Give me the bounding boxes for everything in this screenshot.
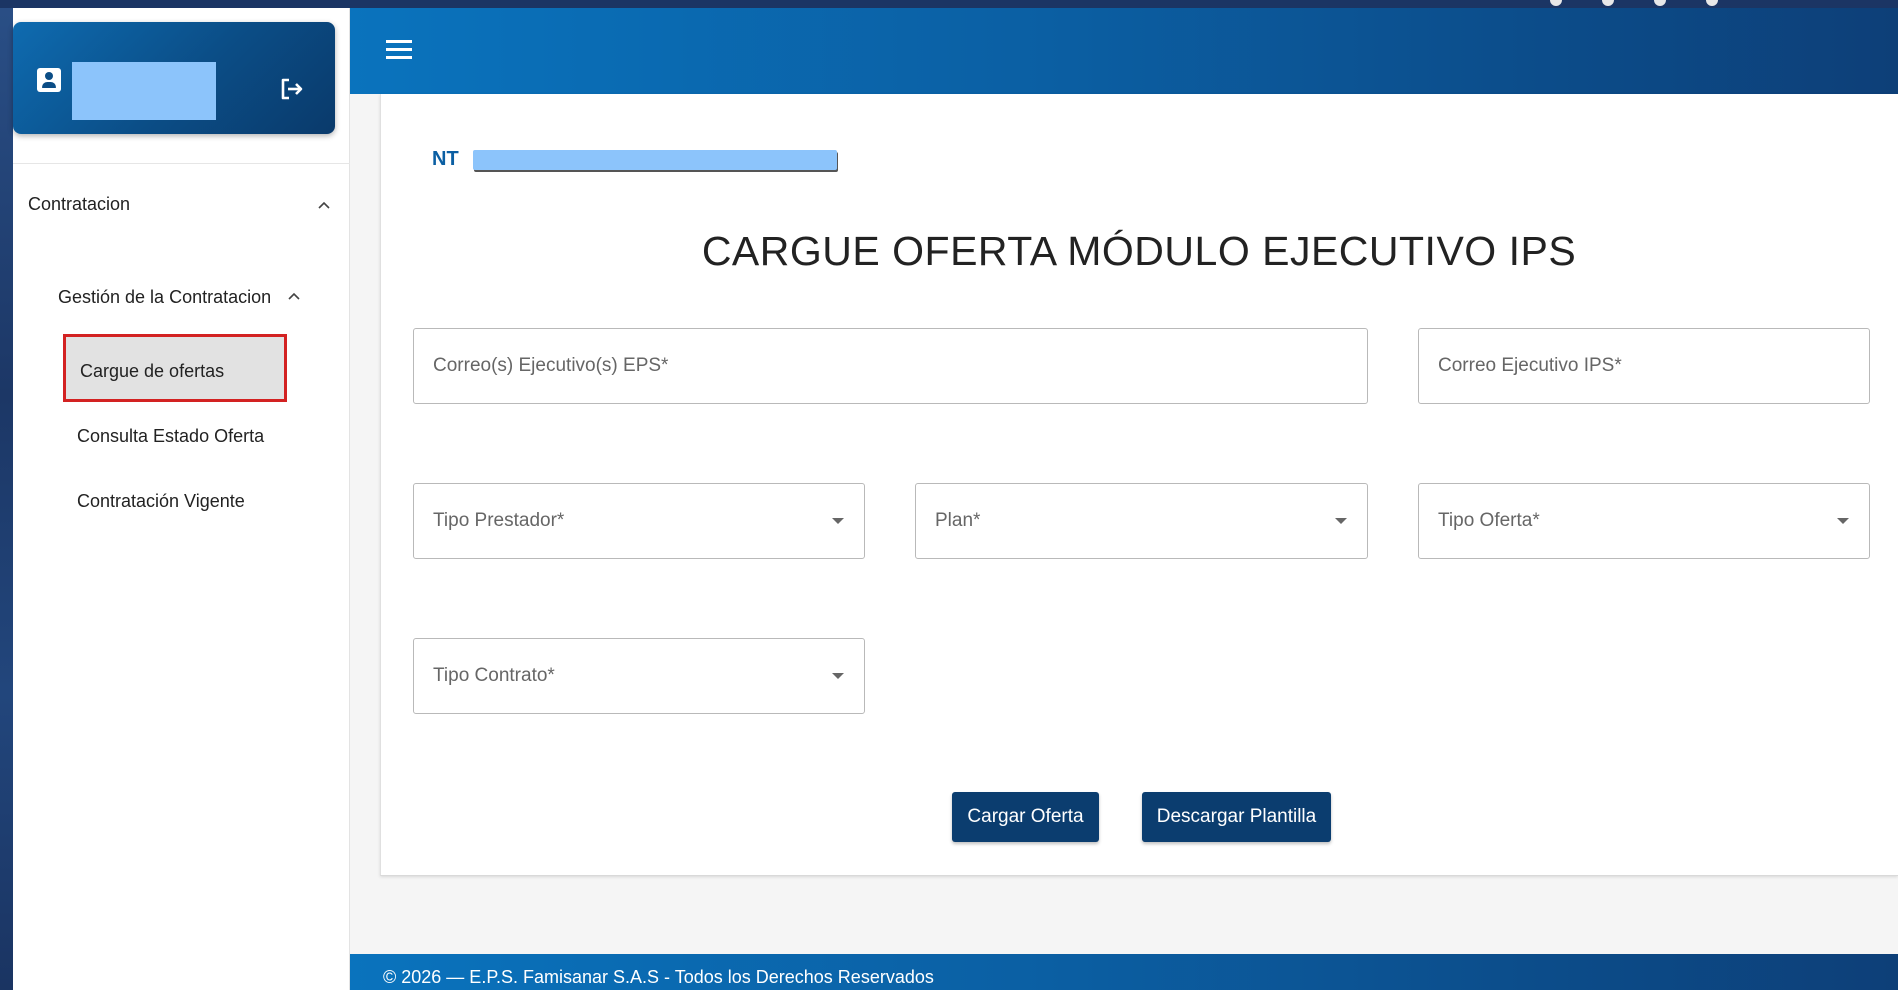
nav-subsection-label: Gestión de la Contratacion xyxy=(58,287,272,307)
background-top-strip xyxy=(0,0,1898,8)
plan-select[interactable]: Plan* xyxy=(915,483,1368,559)
sidebar-item-contratacion-vigente[interactable]: Contratación Vigente xyxy=(77,484,317,518)
carousel-dot[interactable] xyxy=(1706,0,1718,6)
redacted-nt-value xyxy=(473,150,837,170)
footer: © 2026 — E.P.S. Famisanar S.A.S - Todos … xyxy=(350,954,1898,990)
ips-email-input[interactable]: Correo Ejecutivo IPS* xyxy=(1418,328,1870,404)
eps-emails-input[interactable]: Correo(s) Ejecutivo(s) EPS* xyxy=(413,328,1368,404)
plan-label: Plan* xyxy=(935,510,981,531)
descargar-plantilla-button[interactable]: Descargar Plantilla xyxy=(1142,792,1331,842)
sidebar-divider xyxy=(13,163,350,164)
user-icon xyxy=(37,68,61,92)
caret-down-icon xyxy=(1335,518,1347,524)
tipo-contrato-label: Tipo Contrato* xyxy=(433,665,555,686)
cargar-oferta-button[interactable]: Cargar Oferta xyxy=(952,792,1099,842)
user-card xyxy=(13,22,335,134)
nav-section-contratacion[interactable]: Contratacion xyxy=(28,194,330,224)
caret-down-icon xyxy=(832,518,844,524)
redacted-user-name xyxy=(72,62,216,120)
caret-down-icon xyxy=(832,673,844,679)
page-title: CARGUE OFERTA MÓDULO EJECUTIVO IPS xyxy=(701,228,1577,274)
sidebar-item-label: Consulta Estado Oferta xyxy=(77,426,265,446)
carousel-dot[interactable] xyxy=(1550,0,1562,6)
background-pattern xyxy=(0,0,13,990)
carousel-dot[interactable] xyxy=(1654,0,1666,6)
tipo-oferta-select[interactable]: Tipo Oferta* xyxy=(1418,483,1870,559)
sidebar-item-cargue-ofertas[interactable]: Cargue de ofertas xyxy=(63,334,287,402)
carousel-dots xyxy=(1550,0,1750,8)
eps-emails-placeholder: Correo(s) Ejecutivo(s) EPS* xyxy=(433,355,669,376)
footer-text: © 2026 — E.P.S. Famisanar S.A.S - Todos … xyxy=(383,967,934,987)
carousel-dot[interactable] xyxy=(1602,0,1614,6)
tipo-contrato-select[interactable]: Tipo Contrato* xyxy=(413,638,865,714)
logout-icon[interactable] xyxy=(277,74,307,104)
top-header-bar xyxy=(350,8,1898,94)
sidebar: Contratacion Gestión de la Contratacion … xyxy=(13,8,350,990)
nt-label: NT xyxy=(432,148,459,170)
menu-icon[interactable] xyxy=(386,40,412,62)
ips-email-placeholder: Correo Ejecutivo IPS* xyxy=(1438,355,1622,376)
tipo-prestador-label: Tipo Prestador* xyxy=(433,510,565,531)
chevron-up-icon xyxy=(288,292,300,300)
tipo-oferta-label: Tipo Oferta* xyxy=(1438,510,1540,531)
tipo-prestador-select[interactable]: Tipo Prestador* xyxy=(413,483,865,559)
chevron-up-icon xyxy=(318,201,330,209)
nav-section-label: Contratacion xyxy=(28,194,131,214)
caret-down-icon xyxy=(1837,518,1849,524)
nav-subsection-gestion[interactable]: Gestión de la Contratacion xyxy=(58,287,338,317)
sidebar-item-label: Cargue de ofertas xyxy=(80,361,225,381)
sidebar-item-label: Contratación Vigente xyxy=(77,491,245,511)
sidebar-item-consulta-estado[interactable]: Consulta Estado Oferta xyxy=(77,419,317,453)
